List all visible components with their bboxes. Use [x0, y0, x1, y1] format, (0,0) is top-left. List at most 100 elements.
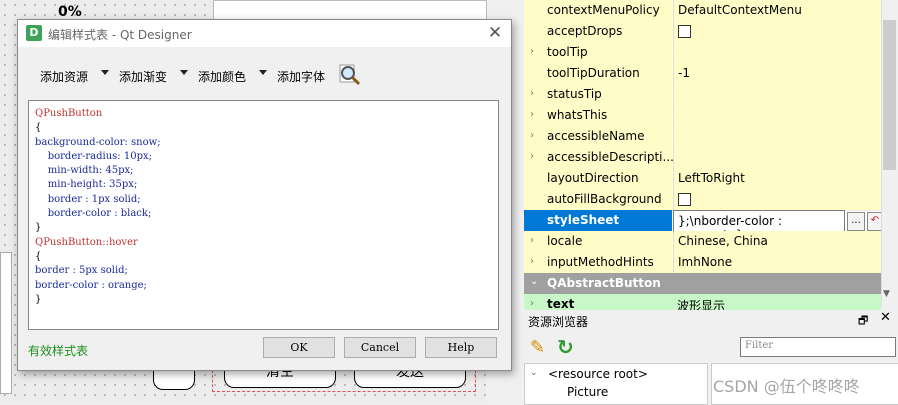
property-name-cell[interactable]: › statusTip	[524, 84, 672, 105]
property-row[interactable]: › accessibleDescripti...	[524, 147, 882, 169]
property-name-cell[interactable]: › toolTip	[524, 42, 672, 63]
property-row[interactable]: › inputMethodHints ImhNone	[524, 252, 882, 274]
property-name-cell[interactable]: › whatsThis	[524, 105, 672, 126]
ok-button[interactable]: OK	[263, 337, 335, 358]
stylesheet-line: {	[35, 122, 42, 134]
property-name: toolTipDuration	[547, 66, 640, 80]
stylesheet-line: QPushButton	[35, 108, 103, 119]
property-value-cell[interactable]	[673, 147, 882, 168]
stylesheet-line: border-radius: 10px;	[35, 150, 152, 162]
chevron-down-icon[interactable]	[259, 70, 267, 75]
search-icon[interactable]	[338, 63, 362, 87]
property-name-cell[interactable]: autoFillBackground	[524, 189, 672, 210]
chevron-down-icon[interactable]: ⌄	[530, 368, 538, 378]
property-name-cell[interactable]: toolTipDuration	[524, 63, 672, 84]
property-name-cell[interactable]: › accessibleName	[524, 126, 672, 147]
property-value-cell[interactable]: LeftToRight	[673, 168, 882, 189]
stylesheet-line: background-color: snow;	[35, 136, 161, 148]
property-row[interactable]: › accessibleName	[524, 126, 882, 148]
chevron-right-icon[interactable]: ›	[530, 235, 534, 246]
property-row[interactable]: › statusTip	[524, 84, 882, 106]
property-name-cell[interactable]: › inputMethodHints	[524, 252, 672, 273]
edit-stylesheet-button[interactable]: ...	[847, 212, 865, 231]
property-value-cell[interactable]	[673, 126, 882, 147]
property-row[interactable]: › toolTip	[524, 42, 882, 64]
filter-placeholder: Filter	[745, 340, 774, 351]
close-icon[interactable]: ✕	[880, 310, 891, 325]
help-button[interactable]: Help	[425, 337, 497, 358]
property-row[interactable]: autoFillBackground	[524, 189, 882, 211]
add-gradient-button[interactable]: 添加渐变	[119, 68, 167, 85]
chevron-right-icon[interactable]: ›	[530, 88, 534, 99]
dialog-titlebar[interactable]: D 编辑样式表 - Qt Designer ✕	[18, 20, 511, 47]
section-header-label: QAbstractButton	[547, 276, 661, 290]
valid-stylesheet-label: 有效样式表	[28, 344, 89, 358]
property-name-cell[interactable]: contextMenuPolicy	[524, 0, 672, 21]
property-name-cell[interactable]: styleSheet	[524, 210, 672, 231]
property-value: LeftToRight	[678, 171, 745, 185]
property-name-cell[interactable]: acceptDrops	[524, 21, 672, 42]
property-name: toolTip	[547, 45, 588, 59]
chevron-down-icon[interactable]: ⌄	[530, 276, 538, 287]
property-value: -1	[678, 66, 690, 80]
stylesheet-line: {	[35, 250, 42, 262]
property-name: inputMethodHints	[547, 255, 654, 269]
scroll-down-icon[interactable]: ▼	[883, 289, 890, 299]
chevron-down-icon[interactable]	[101, 70, 109, 75]
property-value-cell[interactable]	[673, 84, 882, 105]
cancel-button[interactable]: Cancel	[344, 337, 416, 358]
property-name: whatsThis	[547, 108, 608, 122]
property-row[interactable]: › whatsThis	[524, 105, 882, 127]
property-row[interactable]: acceptDrops	[524, 21, 882, 43]
property-row[interactable]: contextMenuPolicy DefaultContextMenu	[524, 0, 882, 22]
reload-icon[interactable]: ↻	[557, 335, 574, 359]
property-value-cell[interactable]	[673, 105, 882, 126]
stylesheet-line: min-width: 45px;	[35, 165, 134, 177]
property-name-cell[interactable]: layoutDirection	[524, 168, 672, 189]
add-resource-button[interactable]: 添加资源	[40, 68, 88, 85]
filter-input[interactable]: Filter	[740, 337, 896, 357]
close-icon[interactable]: ✕	[484, 22, 506, 44]
property-value-cell[interactable]	[673, 21, 882, 42]
property-value: Chinese, China	[678, 234, 768, 248]
property-value-cell[interactable]: };\nborder-color : orange;\n}...↶	[673, 210, 883, 242]
property-row[interactable]: styleSheet};\nborder-color : orange;\n}.…	[524, 210, 883, 242]
property-value-cell[interactable]: -1	[673, 63, 882, 84]
property-row[interactable]: › locale Chinese, China	[524, 231, 882, 253]
property-row[interactable]: layoutDirection LeftToRight	[524, 168, 882, 190]
scrollbar-thumb[interactable]	[883, 20, 896, 170]
float-icon[interactable]: 🗗	[858, 312, 868, 331]
property-value-cell[interactable]: Chinese, China	[673, 231, 882, 252]
chevron-down-icon[interactable]	[180, 70, 188, 75]
property-value-cell[interactable]: DefaultContextMenu	[673, 0, 882, 21]
stylesheet-line: border-color : black;	[35, 208, 152, 220]
watermark: CSDN @伍个咚咚咚	[713, 377, 860, 396]
chevron-right-icon[interactable]: ›	[530, 46, 534, 57]
tree-root[interactable]: <resource root>	[548, 367, 648, 381]
chevron-right-icon[interactable]: ›	[530, 298, 534, 309]
chevron-right-icon[interactable]: ›	[530, 256, 534, 267]
property-value-cell[interactable]	[673, 42, 882, 63]
property-value-cell[interactable]	[673, 189, 882, 210]
section-header[interactable]: ⌄ QAbstractButton	[524, 273, 881, 294]
property-name-cell[interactable]: › accessibleDescripti...	[524, 147, 674, 168]
chevron-right-icon[interactable]: ›	[530, 151, 534, 162]
chevron-right-icon[interactable]: ›	[530, 130, 534, 141]
tree-item-picture[interactable]: Picture	[567, 385, 608, 399]
property-checkbox[interactable]	[678, 25, 691, 38]
property-value-cell[interactable]: ImhNone	[673, 252, 882, 273]
property-row[interactable]: toolTipDuration -1	[524, 63, 882, 85]
stylesheet-line: }	[35, 293, 42, 305]
resource-browser-title: 资源浏览器	[528, 315, 589, 329]
property-name-cell[interactable]: › locale	[524, 231, 672, 252]
property-name: statusTip	[547, 87, 602, 101]
chevron-right-icon[interactable]: ›	[530, 109, 534, 120]
resource-tree[interactable]: ⌄ <resource root> Picture	[524, 363, 708, 405]
bg-widget-edge	[0, 252, 12, 394]
edit-pencil-icon[interactable]: ✎	[530, 337, 545, 358]
property-checkbox[interactable]	[678, 193, 691, 206]
stylesheet-editor[interactable]: QPushButton { background-color: snow; bo…	[28, 100, 499, 330]
add-color-button[interactable]: 添加颜色	[198, 68, 246, 85]
add-font-button[interactable]: 添加字体	[277, 68, 325, 85]
property-value: ImhNone	[678, 255, 733, 269]
